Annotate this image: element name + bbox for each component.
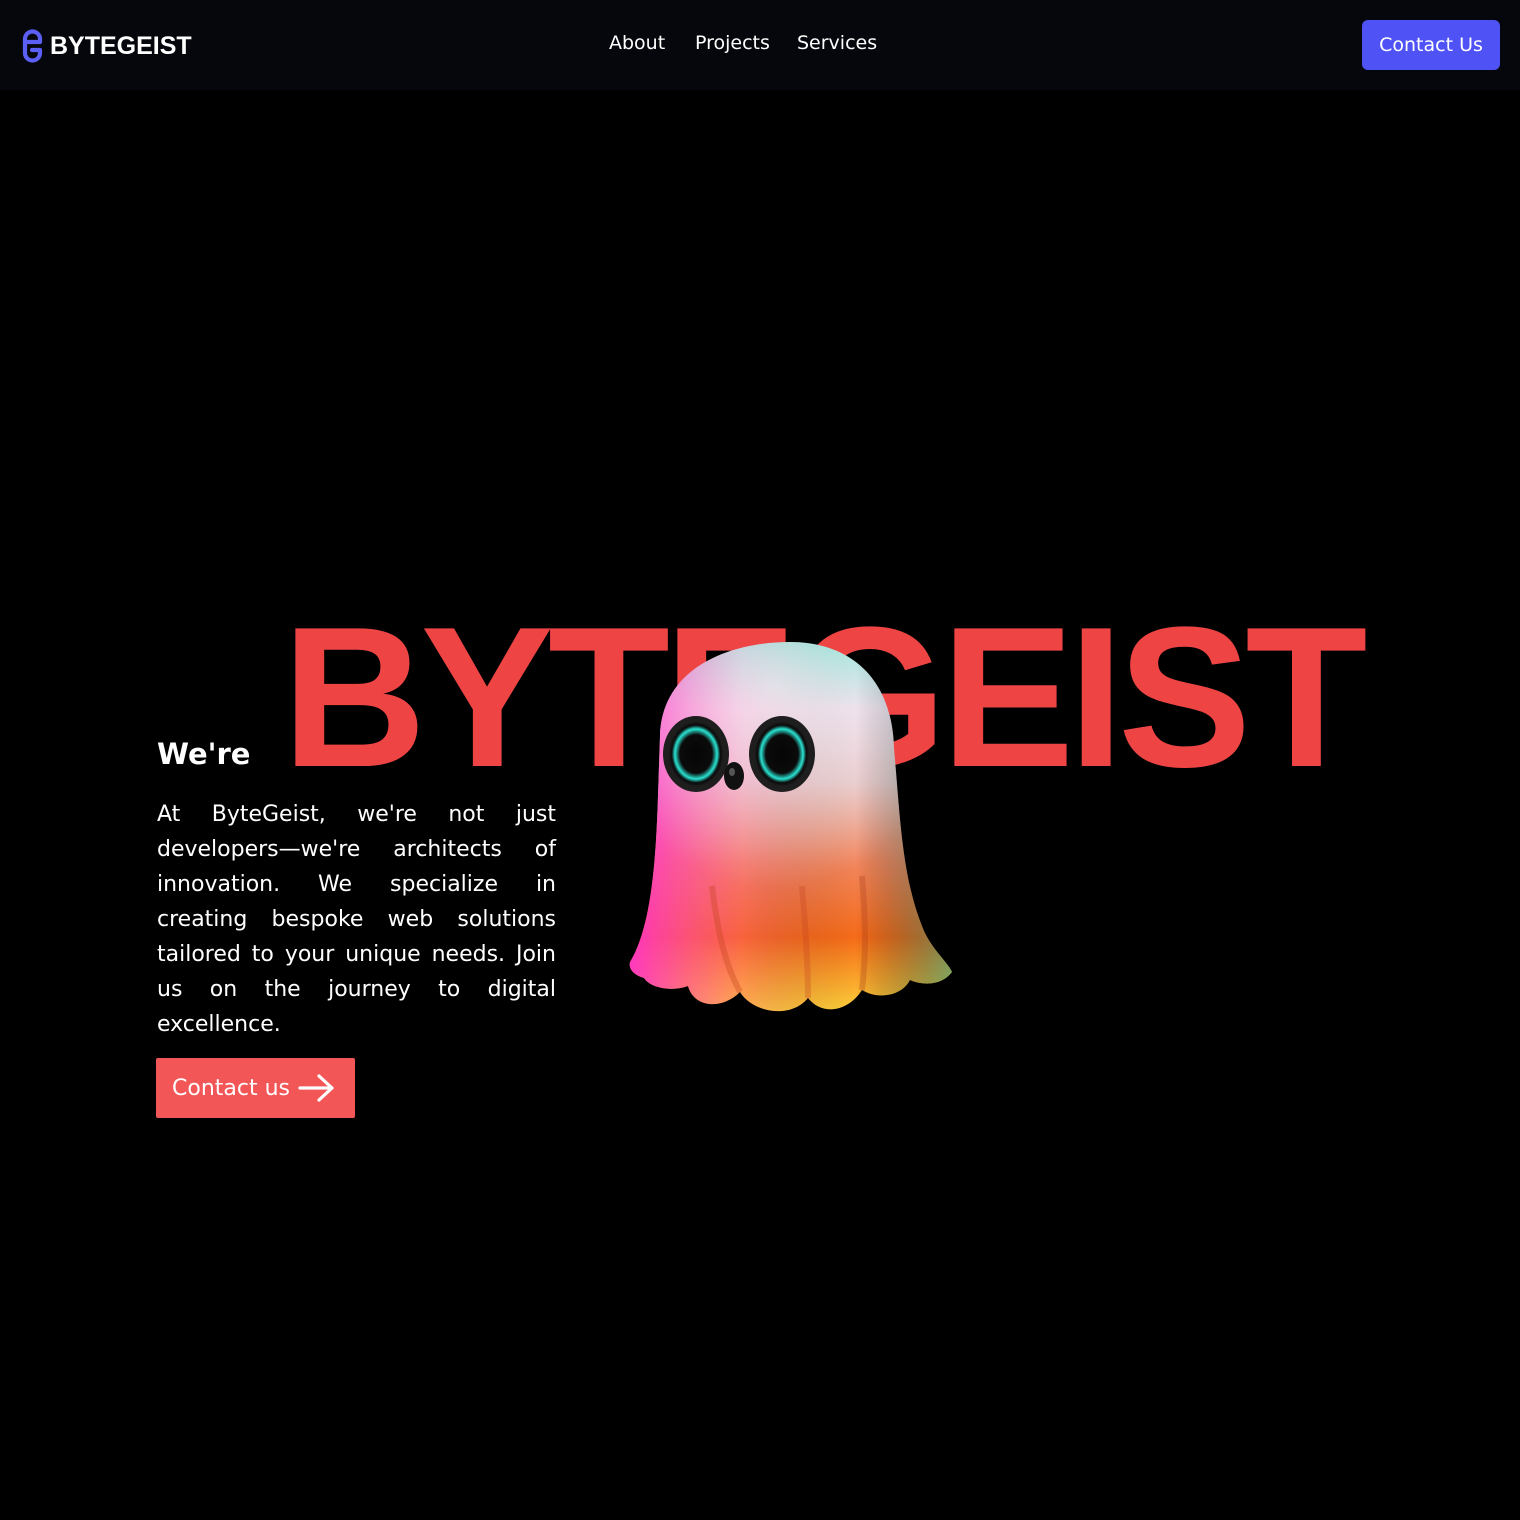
top-navbar: BYTEGEIST About Projects Services Contac… (0, 0, 1520, 90)
nav-link-projects[interactable]: Projects (695, 32, 770, 54)
nav-link-about[interactable]: About (609, 32, 665, 54)
brand-name: BYTEGEIST (50, 31, 192, 60)
hero-contact-button[interactable]: Contact us (156, 1058, 355, 1118)
arrow-right-icon (298, 1074, 334, 1102)
contact-us-button[interactable]: Contact Us (1362, 20, 1500, 70)
brand-logo-link[interactable]: BYTEGEIST (19, 27, 192, 65)
rainbow-ghost-illustration (629, 642, 952, 1012)
bytegeist-logo-icon (22, 29, 43, 63)
hero-prefix: We're (157, 737, 251, 771)
hero-description: At ByteGeist, we're not just developers—… (157, 802, 556, 1037)
hero-contact-label: Contact us (172, 1075, 290, 1101)
nav-link-services[interactable]: Services (797, 32, 877, 54)
